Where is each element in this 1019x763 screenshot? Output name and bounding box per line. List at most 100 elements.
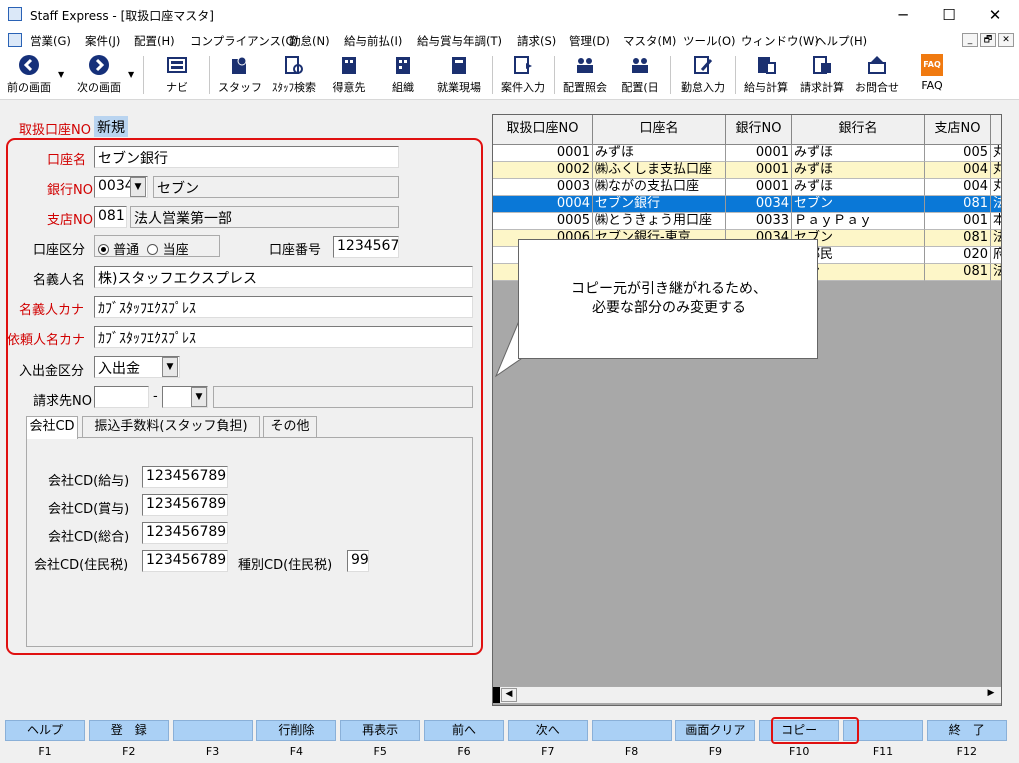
menu-item-0[interactable]: 営業(G): [30, 33, 71, 49]
co-pay-label: 会社CD(給与): [48, 474, 130, 489]
prev-screen-button[interactable]: 前の画面: [2, 52, 56, 96]
branch-name-display: 法人営業第一部: [130, 206, 399, 228]
tab-transfer-fee[interactable]: 振込手数料(スタッフ負担): [82, 416, 260, 438]
minimize-button[interactable]: ─: [880, 0, 926, 30]
mdi-restore-button[interactable]: 🗗: [980, 33, 996, 47]
fkey-f9-button[interactable]: 画面クリア: [675, 720, 756, 741]
mdi-close-button[interactable]: ✕: [998, 33, 1014, 47]
table-row[interactable]: 0001みずほ0001みずほ005丸: [493, 145, 1001, 162]
job-entry-label: 案件入力: [501, 81, 545, 94]
table-cell-bank_no: 0001: [726, 179, 792, 196]
horizontal-scrollbar[interactable]: ◀ ▶: [493, 686, 1001, 703]
attendance-button[interactable]: 勤怠入力: [676, 52, 730, 96]
fkey-f2-button[interactable]: 登 録: [88, 720, 169, 741]
staff-search-button[interactable]: ｽﾀｯﾌ検索: [268, 52, 320, 96]
site-label: 就業現場: [437, 81, 481, 94]
acct-type-current-radio[interactable]: [147, 244, 159, 255]
table-row[interactable]: 0004セブン銀行0034セブン081法: [493, 196, 1001, 213]
holder-kana-input[interactable]: ｶﾌﾞｽﾀｯﾌｴｸｽﾌﾟﾚｽ: [94, 296, 473, 318]
table-row[interactable]: 0005㈱とうきょう用口座0033ＰａｙＰａｙ001本: [493, 213, 1001, 230]
account-grid[interactable]: 取扱口座NO 口座名 銀行NO 銀行名 支店NO 0001 みずほ 0001 みずほ 0…: [492, 114, 1002, 706]
fkey-f3-button[interactable]: [172, 720, 253, 741]
faq-button[interactable]: FAQ FAQ: [910, 52, 954, 96]
client-button[interactable]: 得意先: [326, 52, 372, 96]
grid-header-bank-no[interactable]: 銀行NO: [726, 115, 792, 145]
acct-type-regular-radio[interactable]: [98, 244, 109, 255]
menu-item-6[interactable]: 給与賞与年調(T): [417, 33, 502, 49]
grid-header-bank-name[interactable]: 銀行名: [792, 115, 925, 145]
bank-dropdown-icon[interactable]: ▼: [130, 177, 146, 197]
fkey-f5-button[interactable]: 再表示: [340, 720, 421, 741]
billto-dropdown-icon[interactable]: ▼: [191, 387, 207, 407]
acct-name-input[interactable]: セブン銀行: [94, 146, 399, 168]
toolbar-separator: [492, 56, 493, 94]
fkey-f8-button[interactable]: [591, 720, 672, 741]
navi-button[interactable]: ナビ: [155, 52, 199, 96]
grid-header-acct-name[interactable]: 口座名: [593, 115, 726, 145]
fkey-f3-number: F3: [205, 745, 220, 758]
holder-input[interactable]: 株)スタッフエクスプレス: [94, 266, 473, 288]
grid-header-acct-no[interactable]: 取扱口座NO: [493, 115, 593, 145]
tab-company-cd[interactable]: 会社CD: [26, 416, 78, 439]
mdi-minimize-button[interactable]: _: [962, 33, 978, 47]
co-pay-input[interactable]: 1234567890: [142, 466, 228, 488]
table-cell-bank_no: 0033: [726, 213, 792, 230]
callout-box: コピー元が引き継がれるため、 必要な部分のみ変更する: [518, 239, 818, 359]
menu-item-5[interactable]: 給与前払(I): [344, 33, 402, 49]
site-building-icon: [452, 57, 466, 74]
menu-item-4[interactable]: 勤怠(N): [289, 33, 330, 49]
org-button[interactable]: 組織: [380, 52, 426, 96]
staff-search-label: ｽﾀｯﾌ検索: [272, 81, 316, 94]
billto-input[interactable]: [94, 386, 149, 408]
co-resident-input[interactable]: 1234567890: [142, 550, 228, 572]
next-dropdown-icon[interactable]: ▼: [128, 70, 134, 79]
table-cell-bank_no: 0001: [726, 145, 792, 162]
payroll-button[interactable]: 給与計算: [740, 52, 792, 96]
menu-item-9[interactable]: マスタ(M): [623, 33, 676, 49]
fkey-f4-button[interactable]: 行削除: [256, 720, 337, 741]
table-row[interactable]: 0002㈱ふくしま支払口座0001みずほ004丸: [493, 162, 1001, 179]
requester-kana-input[interactable]: ｶﾌﾞｽﾀｯﾌｴｸｽﾌﾟﾚｽ: [94, 326, 473, 348]
menu-item-7[interactable]: 請求(S): [517, 33, 556, 49]
fkey-f7-button[interactable]: 次へ: [507, 720, 588, 741]
fkey-f6-button[interactable]: 前へ: [424, 720, 504, 741]
assign-inquiry-button[interactable]: 配置照会: [558, 52, 612, 96]
menu-item-3[interactable]: コンプライアンス(C): [190, 33, 298, 49]
grid-header-branch-no[interactable]: 支店NO: [925, 115, 991, 145]
tab-other[interactable]: その他: [263, 416, 317, 438]
job-entry-button[interactable]: 案件入力: [496, 52, 550, 96]
table-cell-name: ㈱ながの支払口座: [593, 179, 726, 196]
next-screen-button[interactable]: 次の画面: [72, 52, 126, 96]
menu-item-2[interactable]: 配置(H): [134, 33, 175, 49]
client-label: 得意先: [332, 81, 366, 94]
callout-line2: 必要な部分のみ変更する: [592, 300, 746, 316]
close-button[interactable]: ✕: [972, 0, 1018, 30]
menu-item-12[interactable]: ヘルプ(H): [815, 33, 867, 49]
fkey-f5-number: F5: [373, 745, 387, 758]
branch-no-input[interactable]: 081: [94, 206, 127, 228]
menu-item-10[interactable]: ツール(O): [683, 33, 736, 49]
acct-num-input[interactable]: 1234567: [333, 236, 399, 258]
table-row[interactable]: 0003㈱ながの支払口座0001みずほ004丸: [493, 179, 1001, 196]
inout-dropdown-icon[interactable]: ▼: [162, 357, 178, 377]
maximize-button[interactable]: ☐: [926, 0, 972, 30]
staff-button[interactable]: スタッフ: [218, 52, 262, 96]
menu-item-11[interactable]: ウィンドウ(W): [741, 33, 819, 49]
type-input[interactable]: 99: [347, 550, 369, 572]
fkey-f1-button[interactable]: ヘルプ: [5, 720, 85, 741]
co-total-input[interactable]: 1234567890: [142, 522, 228, 544]
assign-day-button[interactable]: 配置(日: [616, 52, 664, 96]
scroll-right-icon[interactable]: ▶: [983, 688, 999, 702]
contact-button[interactable]: お問合せ: [852, 52, 902, 96]
prev-dropdown-icon[interactable]: ▼: [58, 70, 64, 79]
fkey-f12-button[interactable]: 終 了: [926, 720, 1007, 741]
app-icon: [8, 7, 22, 21]
fkey-f6-number: F6: [457, 745, 471, 758]
co-bonus-input[interactable]: 1234567890: [142, 494, 228, 516]
site-button[interactable]: 就業現場: [432, 52, 486, 96]
menu-item-1[interactable]: 案件(J): [85, 33, 120, 49]
scroll-left-icon[interactable]: ◀: [501, 688, 517, 702]
table-cell-extra: 丸: [991, 179, 1001, 196]
billing-button[interactable]: 請求計算: [796, 52, 848, 96]
menu-item-8[interactable]: 管理(D): [569, 33, 610, 49]
